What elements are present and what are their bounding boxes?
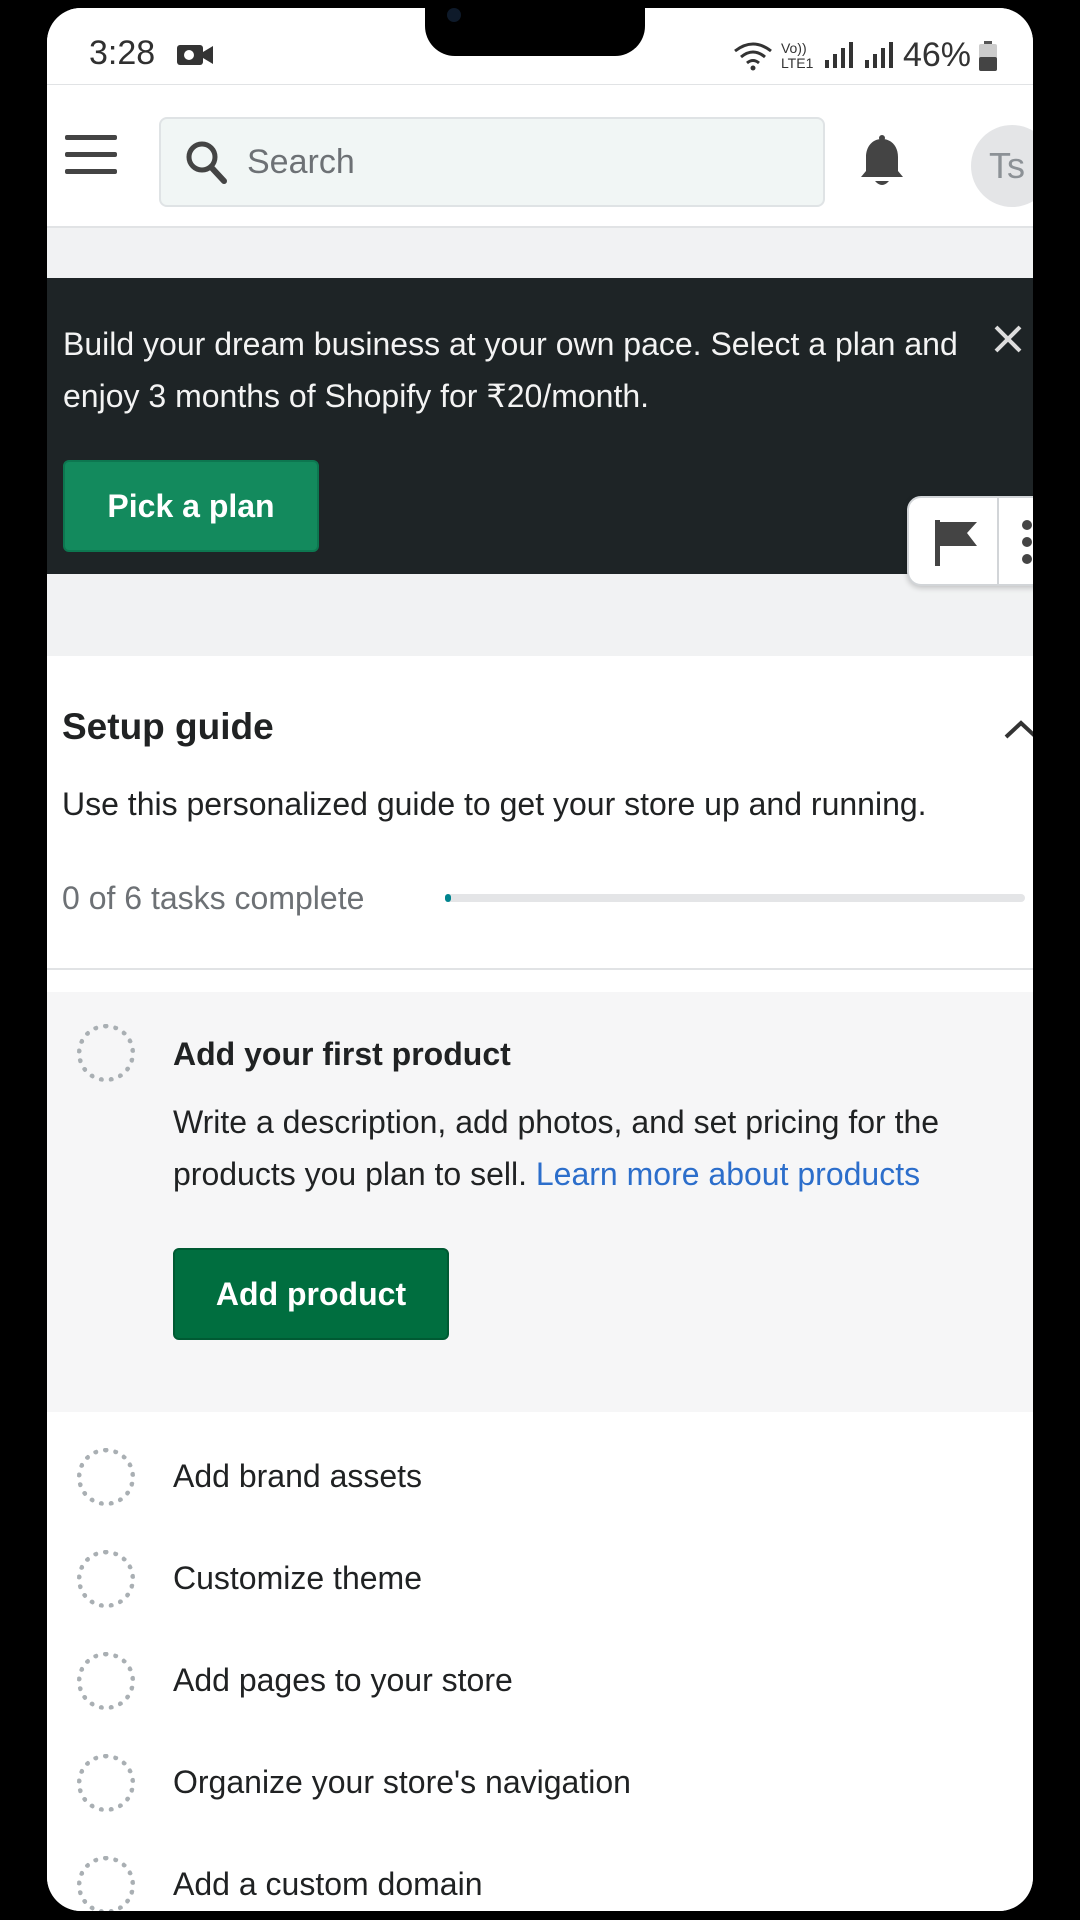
active-task-description: Write a description, add photos, and set… [173, 1096, 1033, 1200]
task-item[interactable]: Organize your store's navigation [47, 1732, 1033, 1834]
more-vertical-icon[interactable] [1021, 520, 1033, 564]
dashed-circle-icon[interactable] [77, 1550, 135, 1608]
status-time: 3:28 [89, 34, 156, 72]
task-label[interactable]: Customize theme [173, 1560, 422, 1597]
top-navigation-bar: Ts [47, 84, 1033, 228]
floating-action-group [907, 496, 1033, 586]
task-label[interactable]: Add pages to your store [173, 1662, 513, 1699]
bell-icon[interactable] [859, 135, 905, 191]
progress-bar-fill [445, 894, 451, 902]
task-item[interactable]: Add a custom domain [47, 1834, 1033, 1911]
screen-record-icon [177, 45, 213, 65]
progress-bar [445, 894, 1025, 902]
task-item[interactable]: Add pages to your store [47, 1630, 1033, 1732]
task-label[interactable]: Organize your store's navigation [173, 1764, 631, 1801]
search-bar[interactable] [159, 117, 825, 207]
task-label[interactable]: Add a custom domain [173, 1866, 483, 1903]
pick-a-plan-button[interactable]: Pick a plan [63, 460, 319, 552]
learn-more-link[interactable]: Learn more about products [536, 1156, 920, 1192]
dashed-circle-icon[interactable] [77, 1024, 135, 1082]
setup-guide-description: Use this personalized guide to get your … [62, 786, 927, 822]
close-icon[interactable] [991, 322, 1025, 356]
promo-banner: Build your dream business at your own pa… [47, 278, 1033, 574]
active-task-title[interactable]: Add your first product [173, 1036, 511, 1073]
dashed-circle-icon[interactable] [77, 1754, 135, 1812]
flag-icon[interactable] [933, 518, 979, 568]
setup-guide-card: Setup guide Use this personalized guide … [47, 656, 1033, 1911]
dashed-circle-icon[interactable] [77, 1652, 135, 1710]
add-product-button[interactable]: Add product [173, 1248, 449, 1340]
dashed-circle-icon[interactable] [77, 1448, 135, 1506]
battery-percent: 46% [902, 36, 971, 74]
progress-label: 0 of 6 tasks complete [62, 880, 365, 916]
task-label[interactable]: Add brand assets [173, 1458, 422, 1495]
setup-guide-title: Setup guide [62, 706, 274, 747]
dashed-circle-icon[interactable] [77, 1856, 135, 1911]
menu-icon[interactable] [65, 135, 117, 175]
battery-icon [979, 40, 997, 71]
avatar[interactable]: Ts [971, 125, 1033, 207]
signal-icon [824, 41, 853, 68]
camera-notch [425, 8, 645, 56]
signal-icon-2 [864, 41, 893, 68]
wifi-icon [734, 42, 772, 70]
divider [47, 968, 1033, 970]
search-icon [186, 141, 227, 184]
banner-text: Build your dream business at your own pa… [63, 326, 958, 414]
search-input[interactable] [247, 142, 807, 182]
phone-screen: 3:28 Vo)) LTE1 46% Search Ts Build your … [47, 8, 1033, 1911]
chevron-up-icon[interactable] [1003, 718, 1033, 740]
status-icons: Vo)) LTE1 46% [733, 36, 997, 75]
active-task-panel: Add your first product Write a descripti… [47, 992, 1033, 1412]
task-item[interactable]: Add brand assets [47, 1426, 1033, 1528]
task-item[interactable]: Customize theme [47, 1528, 1033, 1630]
network-type: Vo)) LTE1 [780, 39, 814, 71]
